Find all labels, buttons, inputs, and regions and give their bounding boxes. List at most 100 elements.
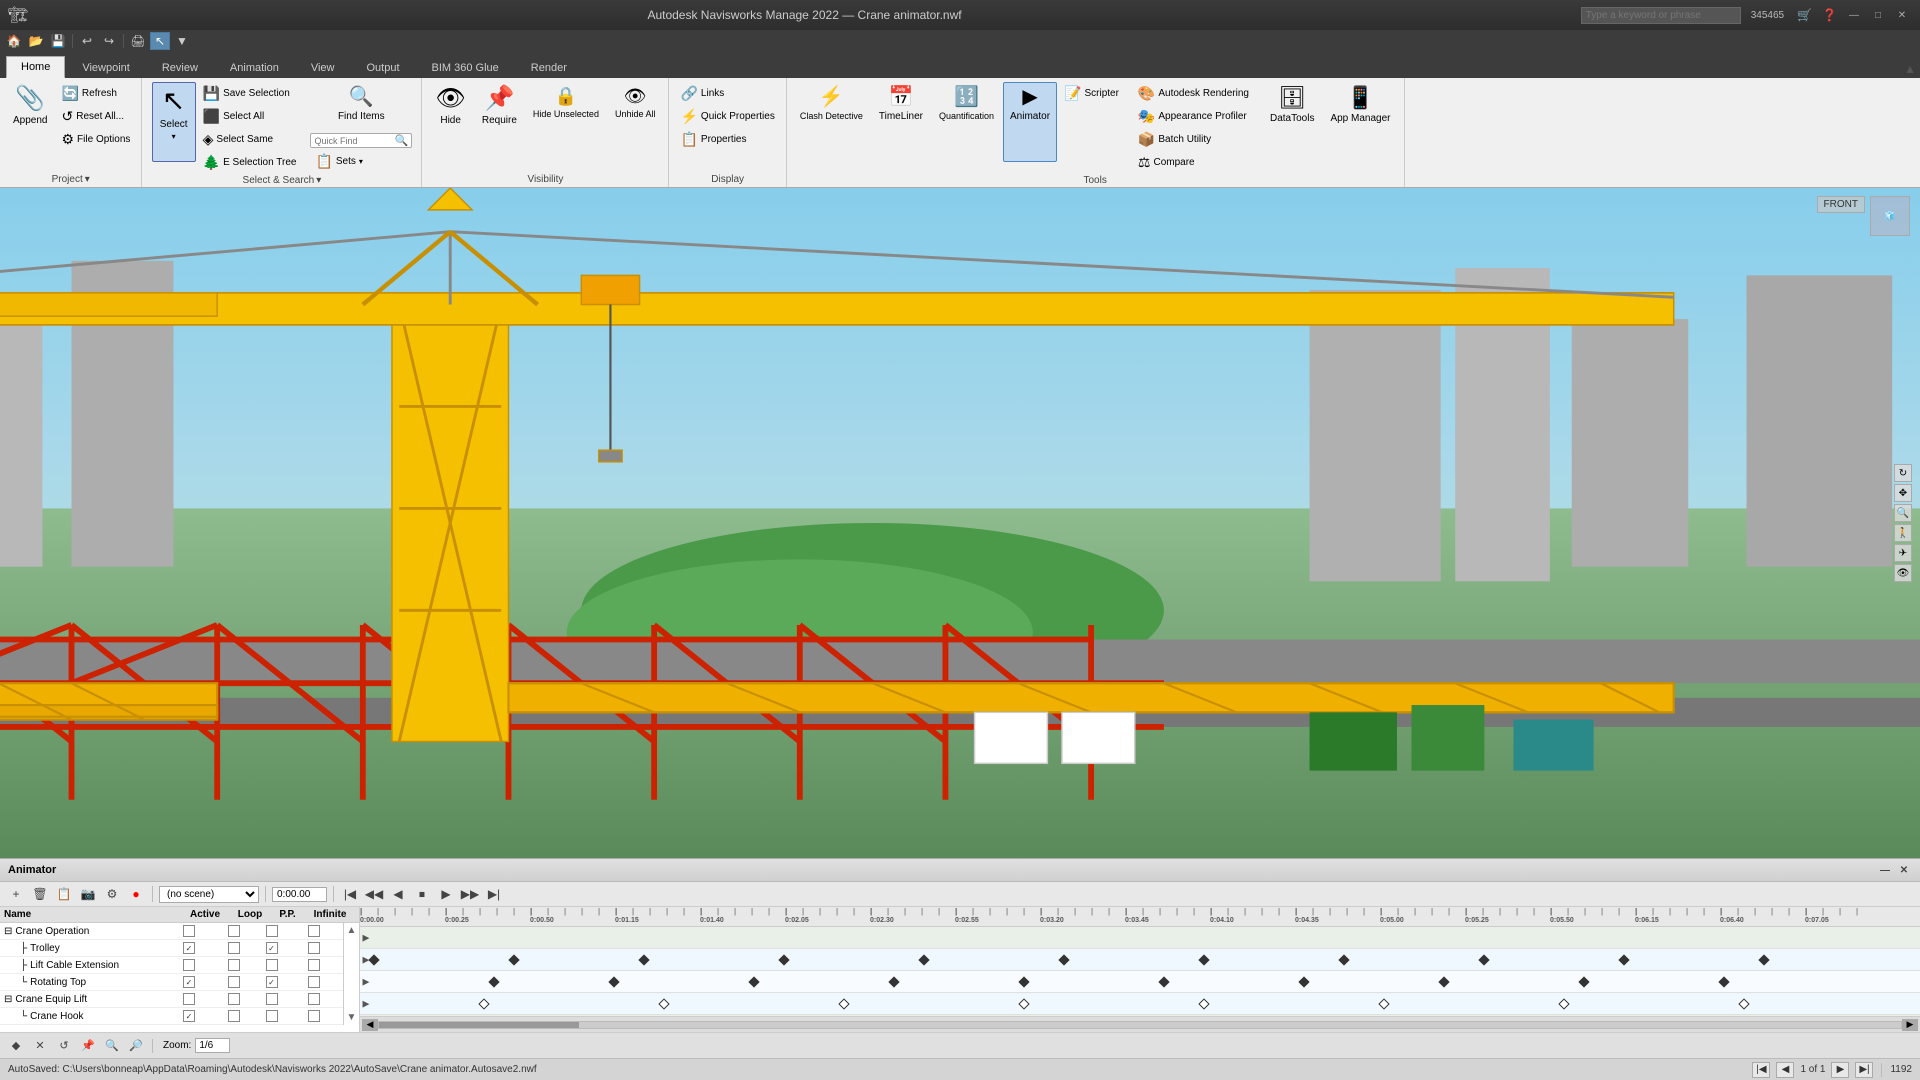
kf-trolley-3[interactable] [638,954,649,965]
track-expand-crane-op[interactable]: ▶ [360,932,372,943]
look-btn[interactable]: 👁 [1894,564,1912,582]
autodesk-rendering-button[interactable]: 🎨 Autodesk Rendering [1133,82,1254,104]
batch-utility-button[interactable]: 📦 Batch Utility [1133,128,1254,150]
quick-find-search-icon[interactable]: 🔍 [391,134,411,147]
tree-item-rotating-top[interactable]: └ Rotating Top [0,974,343,991]
checkbox-rotating-loop[interactable] [228,976,240,988]
quantification-button[interactable]: 🔢 Quantification [932,82,1001,162]
checkbox-crane-equip-active[interactable] [183,993,195,1005]
checkbox-lift-cable-loop[interactable] [228,959,240,971]
scripter-button[interactable]: 📝 Scripter [1059,82,1124,104]
kf-lift-7[interactable] [1298,976,1309,987]
checkbox-hook-loop[interactable] [228,1010,240,1022]
scene-select[interactable]: (no scene) [159,886,259,903]
project-group-label[interactable]: Project ▾ [52,172,90,185]
checkbox-lift-cable-active[interactable] [183,959,195,971]
checkbox-rotating-active[interactable] [183,976,195,988]
kf-trolley-9[interactable] [1478,954,1489,965]
kf-lift-9[interactable] [1578,976,1589,987]
status-nav-next[interactable]: ▶ [1831,1062,1849,1078]
qat-home-btn[interactable]: 🏠 [4,32,24,50]
anim-add-scene-btn[interactable]: + [6,884,26,904]
kf-trolley-8[interactable] [1338,954,1349,965]
quick-find-input[interactable] [311,135,391,147]
kf-trolley-10[interactable] [1618,954,1629,965]
tree-item-crane-op[interactable]: ⊟ Crane Operation [0,923,343,940]
status-nav-prev[interactable]: ◀ [1776,1062,1794,1078]
kf-lift-1[interactable] [488,976,499,987]
tree-item-crane-equip[interactable]: ⊟ Crane Equip Lift [0,991,343,1008]
timeline-scroll-track[interactable] [378,1021,1902,1029]
checkbox-crane-equip-inf[interactable] [308,993,320,1005]
tree-item-lift-cable[interactable]: ├ Lift Cable Extension [0,957,343,974]
properties-button[interactable]: 📋 Properties [675,128,779,150]
checkbox-crane-equip-loop[interactable] [228,993,240,1005]
kf-rot-6[interactable] [1378,998,1389,1009]
datatools-button[interactable]: 🗄 DataTools [1263,82,1321,162]
kf-rot-7[interactable] [1558,998,1569,1009]
timeliner-button[interactable]: 📅 TimeLiner [872,82,930,162]
append-button[interactable]: 📎 Append [6,82,54,162]
find-items-button[interactable]: 🔍 Find Items [310,82,412,132]
kf-lift-4[interactable] [888,976,899,987]
cart-icon[interactable]: 🛒 [1797,8,1812,22]
checkbox-crane-op-active[interactable] [183,925,195,937]
zoom-input[interactable] [195,1038,230,1053]
bt-delete-keyframe-btn[interactable]: ✕ [30,1037,50,1055]
tab-animation[interactable]: Animation [215,57,294,78]
anim-stop-btn[interactable]: ⏹ [412,884,432,904]
anim-delete-btn[interactable]: 🗑 [30,884,50,904]
anim-goto-end-btn[interactable]: ▶| [484,884,504,904]
status-nav-start[interactable]: |◀ [1752,1062,1770,1078]
zoom-btn[interactable]: 🔍 [1894,504,1912,522]
qat-select-arrow-btn[interactable]: ↖ [150,32,170,50]
clash-detective-button[interactable]: ⚡ Clash Detective [793,82,870,162]
timeline-tracks[interactable]: ▶ ▶ [360,927,1920,1016]
display-label[interactable]: Display [711,172,744,185]
kf-lift-8[interactable] [1438,976,1449,987]
checkbox-crane-op-inf[interactable] [308,925,320,937]
kf-lift-6[interactable] [1158,976,1169,987]
hide-button[interactable]: 👁 Hide [428,82,472,162]
save-selection-button[interactable]: 💾 Save Selection [198,82,302,104]
anim-prev-frame-btn[interactable]: ◀◀ [364,884,384,904]
kf-trolley-2[interactable] [508,954,519,965]
animator-close-btn[interactable]: ✕ [1896,862,1912,878]
kf-lift-5[interactable] [1018,976,1029,987]
checkbox-lift-cable-inf[interactable] [308,959,320,971]
checkbox-trolley-inf[interactable] [308,942,320,954]
anim-record-btn[interactable]: ● [126,884,146,904]
qat-dropdown-btn[interactable]: ▼ [172,32,192,50]
select-search-label[interactable]: Select & Search ▾ [243,173,322,186]
scroll-up-btn[interactable]: ▲ [345,923,359,938]
tab-review[interactable]: Review [147,57,213,78]
tab-viewpoint[interactable]: Viewpoint [67,57,145,78]
anim-goto-start-btn[interactable]: |◀ [340,884,360,904]
close-button[interactable]: ✕ [1892,6,1912,24]
links-button[interactable]: 🔗 Links [675,82,779,104]
checkbox-crane-op-pp[interactable] [266,925,278,937]
bt-snap-btn[interactable]: 📌 [78,1037,98,1055]
tab-bim360[interactable]: BIM 360 Glue [417,57,514,78]
compare-button[interactable]: ⚖ Compare [1133,151,1254,173]
kf-lift-3[interactable] [748,976,759,987]
kf-rot-2[interactable] [658,998,669,1009]
kf-lift-2[interactable] [608,976,619,987]
track-expand-rotating[interactable]: ▶ [360,998,372,1009]
nav-cube[interactable]: 🧊 [1870,196,1910,236]
kf-trolley-6[interactable] [1058,954,1069,965]
scroll-down-btn[interactable]: ▼ [345,1010,359,1025]
keyword-search[interactable] [1581,7,1741,24]
tools-label[interactable]: Tools [1083,173,1106,186]
anim-settings-btn[interactable]: ⚙ [102,884,122,904]
fly-btn[interactable]: ✈ [1894,544,1912,562]
anim-prev-btn[interactable]: ◀ [388,884,408,904]
qat-redo-btn[interactable]: ↪ [99,32,119,50]
quick-properties-button[interactable]: ⚡ Quick Properties [675,105,779,127]
kf-rot-1[interactable] [478,998,489,1009]
refresh-button[interactable]: 🔄 Refresh [56,82,135,104]
timeline-scroll-left[interactable]: ◀ [362,1019,378,1031]
file-options-button[interactable]: ⚙ File Options [56,128,135,150]
walk-btn[interactable]: 🚶 [1894,524,1912,542]
checkbox-hook-active[interactable] [183,1010,195,1022]
